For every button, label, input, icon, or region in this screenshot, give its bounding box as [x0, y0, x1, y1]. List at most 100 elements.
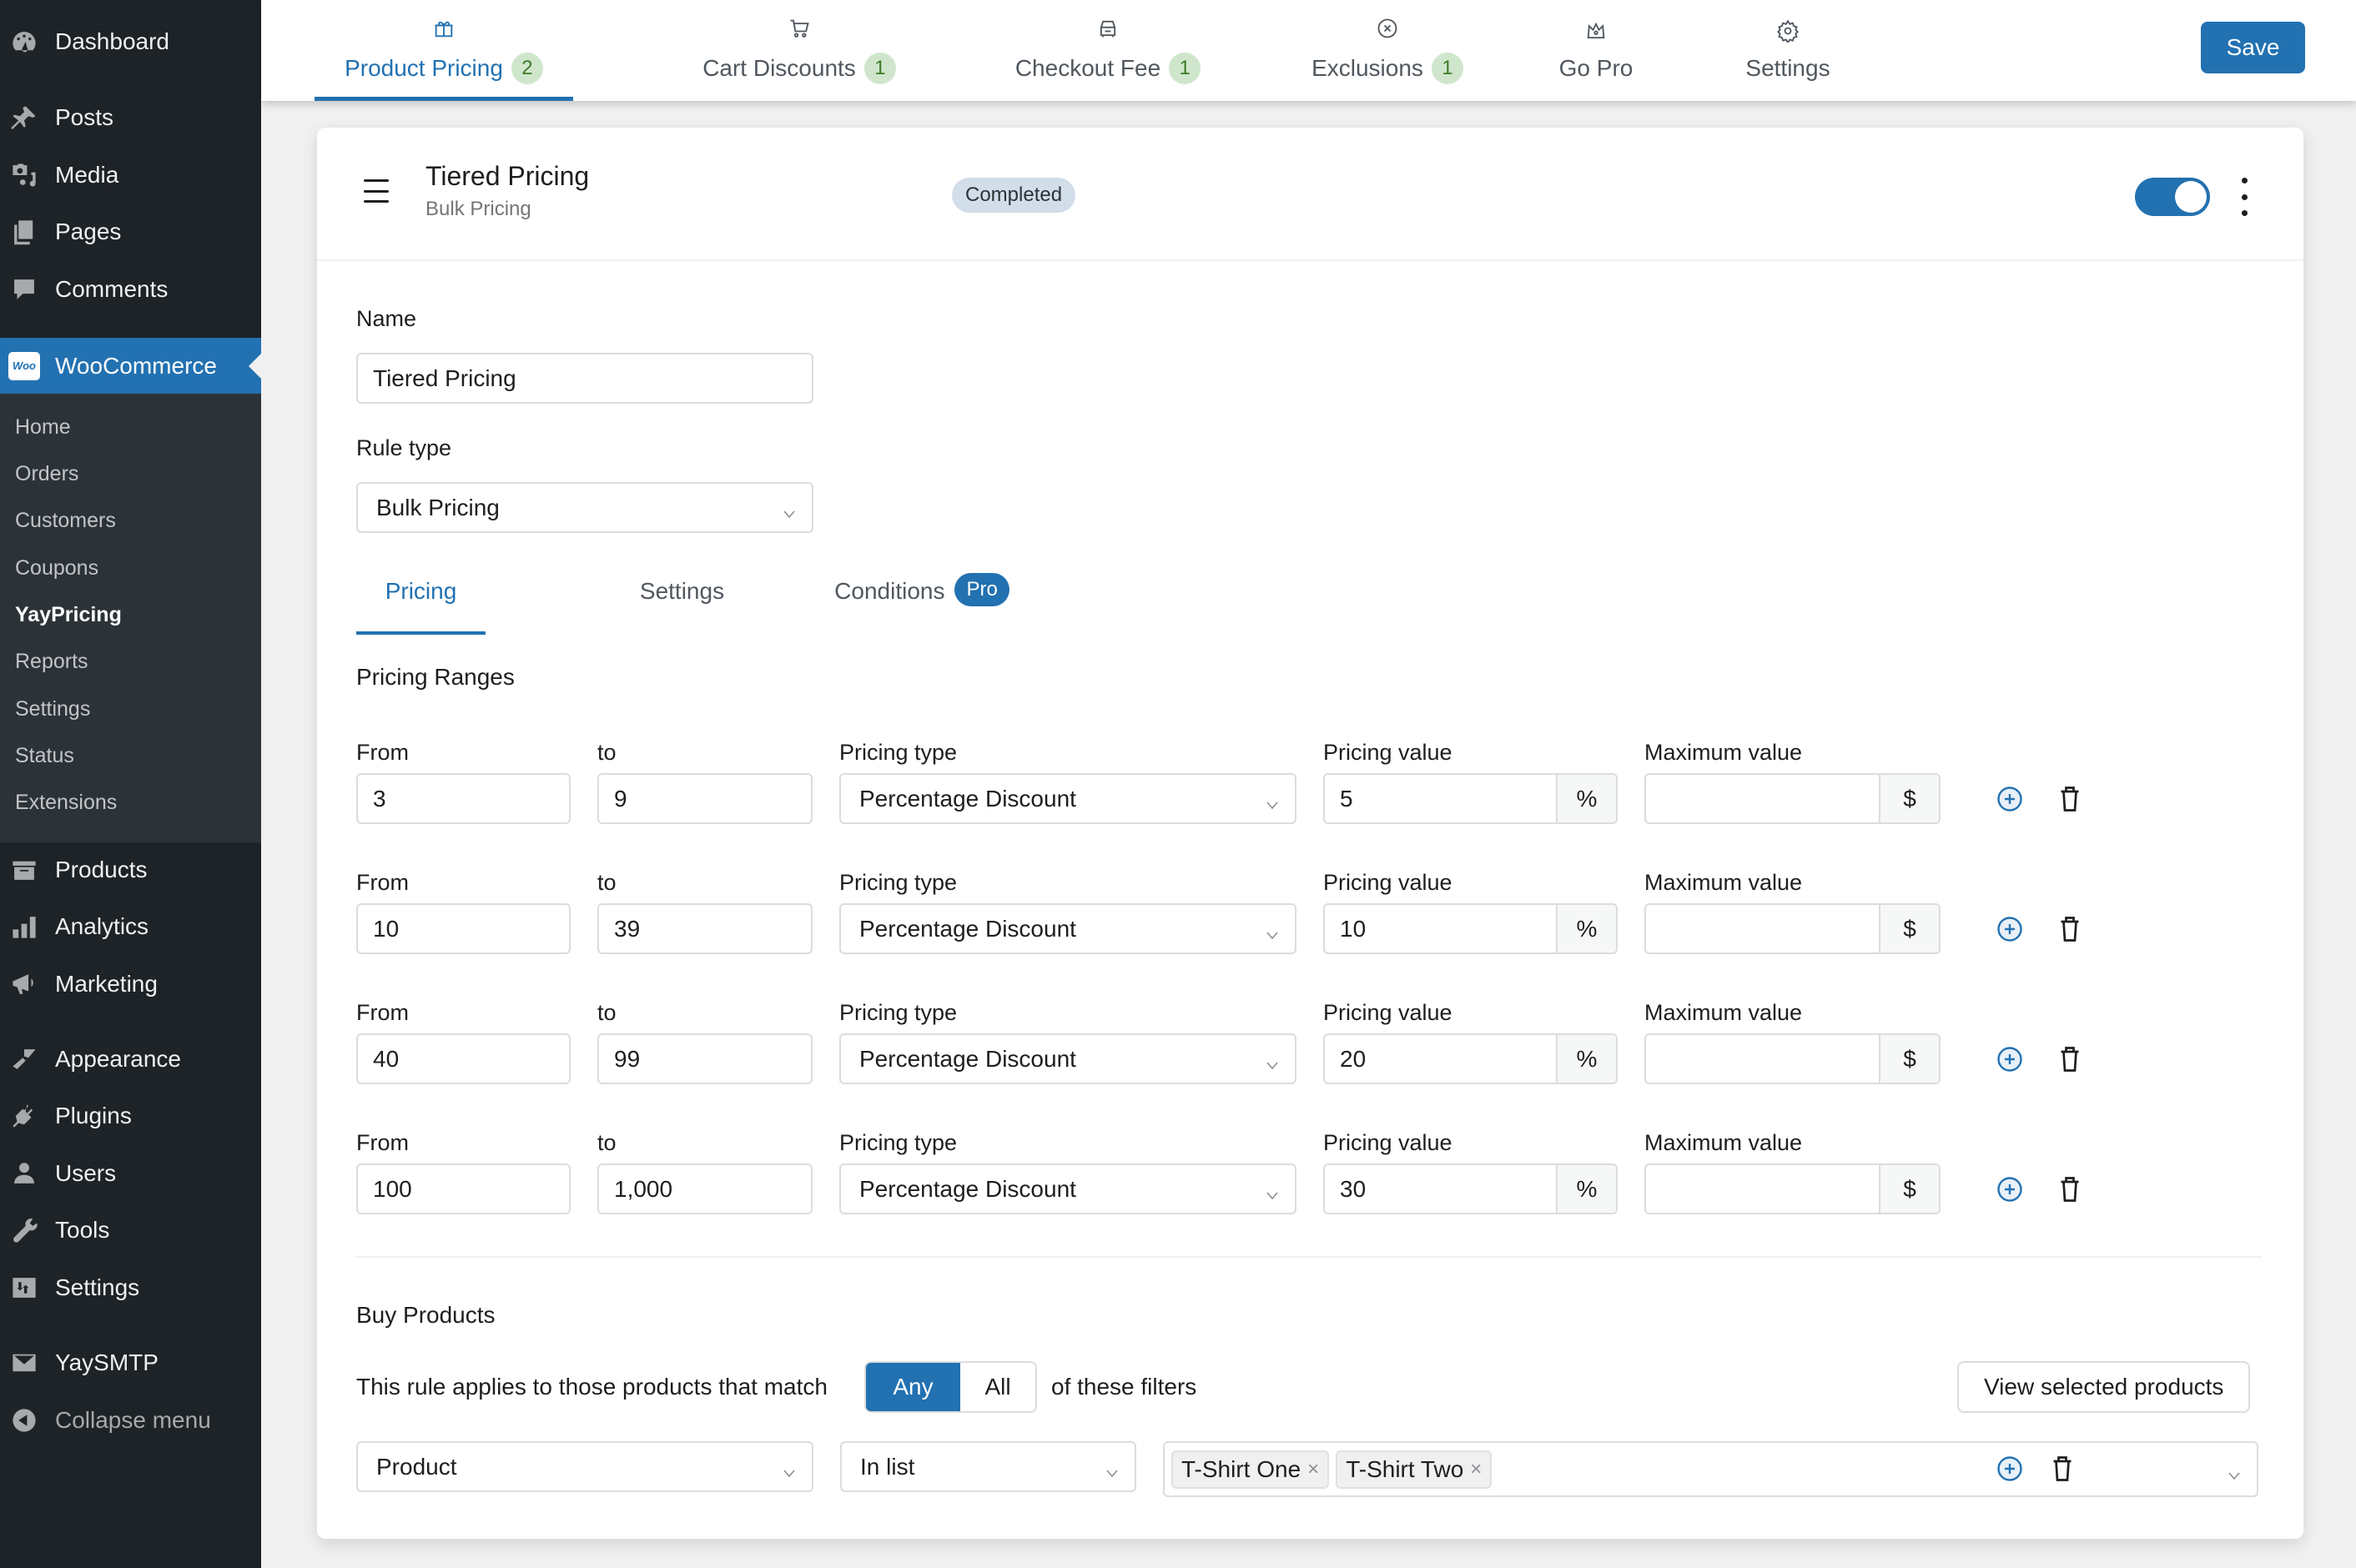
value-input[interactable]: 20% — [1323, 1033, 1618, 1084]
delete-range-button[interactable] — [2054, 1043, 2086, 1075]
match-prefix-text: This rule applies to those products that… — [356, 1374, 828, 1400]
sidebar-item-settings[interactable]: Settings — [0, 1263, 261, 1313]
sidebar-item-plugins[interactable]: Plugins — [0, 1091, 261, 1141]
submenu-item-coupons[interactable]: Coupons — [15, 556, 98, 580]
pages-icon — [8, 216, 40, 248]
pricing-type-select[interactable]: Percentage Discount — [839, 773, 1296, 824]
from-input[interactable]: 40 — [356, 1033, 571, 1084]
tab-settings[interactable]: Settings — [1734, 0, 1842, 101]
car-icon — [1096, 17, 1120, 46]
add-range-button[interactable] — [1994, 783, 2026, 815]
delete-filter-button[interactable] — [2046, 1453, 2078, 1485]
submenu-item-status[interactable]: Status — [15, 744, 74, 768]
more-options-icon[interactable] — [2236, 178, 2253, 216]
submenu-item-reports[interactable]: Reports — [15, 650, 88, 674]
sidebar-item-tools[interactable]: Tools — [0, 1205, 261, 1255]
sidebar-item-products[interactable]: Products — [0, 845, 261, 895]
rule-name-input[interactable]: Tiered Pricing — [356, 353, 813, 404]
save-button[interactable]: Save — [2201, 22, 2305, 73]
from-input[interactable]: 3 — [356, 773, 571, 824]
tab-checkout-fee[interactable]: Checkout Fee 1 — [1004, 0, 1212, 101]
max-input[interactable]: $ — [1644, 903, 1941, 954]
tab-conditions[interactable]: Conditions Pro — [813, 573, 1030, 635]
drag-handle-icon[interactable] — [364, 179, 389, 203]
value-input[interactable]: 10% — [1323, 903, 1618, 954]
filter-field-select[interactable]: Product — [356, 1441, 813, 1492]
tab-exclusions[interactable]: Exclusions 1 — [1300, 0, 1475, 101]
sidebar-label: YaySMTP — [55, 1349, 159, 1375]
add-filter-button[interactable] — [1994, 1453, 2026, 1485]
max-label: Maximum value — [1644, 1000, 1803, 1025]
count-badge: 1 — [1169, 53, 1201, 84]
delete-range-button[interactable] — [2054, 783, 2086, 815]
circle-x-icon — [1376, 17, 1399, 46]
chevron-down-icon — [1265, 922, 1280, 939]
to-label: to — [597, 740, 617, 765]
tab-rule-settings[interactable]: Settings — [617, 578, 747, 635]
collapse-menu-button[interactable]: Collapse menu — [0, 1395, 261, 1445]
tab-pricing[interactable]: Pricing — [356, 578, 486, 635]
to-input[interactable]: 39 — [597, 903, 813, 954]
sidebar-item-posts[interactable]: Posts — [0, 93, 261, 143]
sidebar-item-users[interactable]: Users — [0, 1148, 261, 1199]
sidebar-item-appearance[interactable]: Appearance — [0, 1034, 261, 1084]
rule-type-select[interactable]: Bulk Pricing — [356, 482, 813, 533]
submenu-item-settings[interactable]: Settings — [15, 697, 90, 721]
sliders-icon — [8, 1272, 40, 1304]
field-value: 30 — [1340, 1175, 1367, 1202]
chevron-down-icon — [1265, 792, 1280, 809]
submenu-item-orders[interactable]: Orders — [15, 462, 78, 486]
plus-circle-icon — [1997, 1177, 2022, 1202]
sidebar-item-yaysmtp[interactable]: YaySMTP — [0, 1338, 261, 1388]
sidebar-item-analytics[interactable]: Analytics — [0, 902, 261, 952]
tab-label: Settings — [1745, 55, 1830, 81]
match-any-button[interactable]: Any — [866, 1363, 960, 1411]
pricing-type-select[interactable]: Percentage Discount — [839, 1163, 1296, 1214]
from-input[interactable]: 100 — [356, 1163, 571, 1214]
value-input[interactable]: 30% — [1323, 1163, 1618, 1214]
remove-chip-icon[interactable]: × — [1470, 1458, 1482, 1481]
sidebar-item-comments[interactable]: Comments — [0, 264, 261, 314]
sidebar-item-pages[interactable]: Pages — [0, 207, 261, 257]
section-divider — [356, 1256, 2262, 1258]
add-range-button[interactable] — [1994, 913, 2026, 945]
plugin-icon — [8, 1100, 40, 1132]
percent-suffix: % — [1556, 775, 1616, 822]
add-range-button[interactable] — [1994, 1043, 2026, 1075]
submenu-item-yaypricing[interactable]: YayPricing — [15, 603, 122, 627]
view-selected-products-button[interactable]: View selected products — [1957, 1361, 2251, 1413]
add-range-button[interactable] — [1994, 1173, 2026, 1205]
pricing-type-select[interactable]: Percentage Discount — [839, 903, 1296, 954]
max-input[interactable]: $ — [1644, 1033, 1941, 1084]
submenu-item-home[interactable]: Home — [15, 415, 71, 440]
rule-card-header: Tiered Pricing Bulk Pricing Completed — [317, 128, 2303, 261]
sidebar-item-woocommerce[interactable]: Woo WooCommerce — [0, 338, 262, 394]
tab-label: Product Pricing — [345, 55, 503, 81]
to-input[interactable]: 99 — [597, 1033, 813, 1084]
tab-product-pricing[interactable]: Product Pricing 2 — [315, 0, 573, 101]
submenu-item-customers[interactable]: Customers — [15, 509, 116, 533]
tab-go-pro[interactable]: Go Pro — [1546, 0, 1646, 101]
from-input[interactable]: 10 — [356, 903, 571, 954]
filter-operator-select[interactable]: In list — [840, 1441, 1136, 1492]
sidebar-item-marketing[interactable]: Marketing — [0, 959, 261, 1009]
sidebar-item-media[interactable]: Media — [0, 150, 261, 200]
field-value: Percentage Discount — [859, 785, 1076, 812]
delete-range-button[interactable] — [2054, 913, 2086, 945]
sidebar-item-dashboard[interactable]: Dashboard — [0, 17, 261, 67]
remove-chip-icon[interactable]: × — [1307, 1458, 1319, 1481]
rule-enabled-toggle[interactable] — [2135, 178, 2210, 216]
to-input[interactable]: 1,000 — [597, 1163, 813, 1214]
value-input[interactable]: 5% — [1323, 773, 1618, 824]
max-input[interactable]: $ — [1644, 773, 1941, 824]
match-all-button[interactable]: All — [960, 1363, 1035, 1411]
from-label: From — [356, 1130, 409, 1155]
tab-cart-discounts[interactable]: Cart Discounts 1 — [695, 0, 904, 101]
filter-values-multiselect[interactable]: T-Shirt One × T-Shirt Two × — [1163, 1441, 2258, 1497]
submenu-item-extensions[interactable]: Extensions — [15, 791, 117, 815]
pricing-type-select[interactable]: Percentage Discount — [839, 1033, 1296, 1084]
max-input[interactable]: $ — [1644, 1163, 1941, 1214]
to-input[interactable]: 9 — [597, 773, 813, 824]
sidebar-label: Pages — [55, 219, 122, 244]
delete-range-button[interactable] — [2054, 1173, 2086, 1205]
